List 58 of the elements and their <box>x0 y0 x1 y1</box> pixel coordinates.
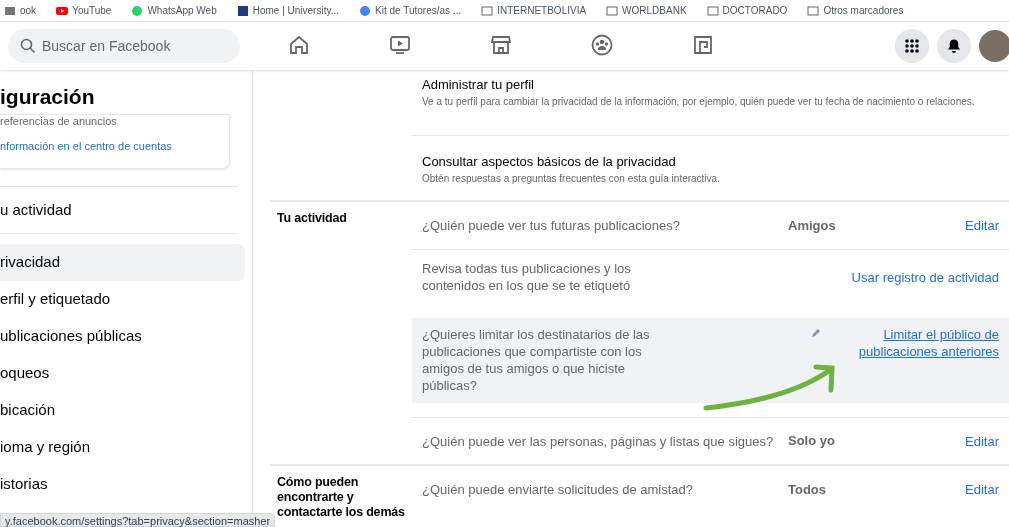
bookmark-icon <box>236 4 249 17</box>
card-text: referencias de anuncios <box>0 115 118 127</box>
bookmark-icon <box>706 4 719 17</box>
row-description: Ve a tu perfil para cambiar la privacidad de la información, por ejemplo, quién puede ver tu fecha de nacimiento o relaciones. <box>422 95 976 109</box>
setting-question: Revisa todas tus publicaciones y los contenidos en los que se te etiquetó <box>422 260 632 294</box>
pencil-icon <box>811 328 821 338</box>
setting-question: ¿Quién puede ver las personas, páginas y listas que sigues? <box>422 432 775 450</box>
menu-button[interactable] <box>895 29 929 63</box>
setting-question: ¿Quién puede ver tus futuras publicaciones? <box>422 217 681 234</box>
sidebar-item[interactable]: rivacidad <box>0 244 245 281</box>
section-heading: Tu actividad <box>276 210 348 227</box>
bookmark[interactable]: INTERNETBOLIVIA <box>481 3 587 18</box>
accounts-center-link[interactable]: nformación en el centro de cuentas <box>0 138 229 155</box>
bookmark[interactable]: DOCTORADO <box>706 3 788 18</box>
groups-icon <box>589 32 614 57</box>
sidebar-item[interactable]: ioma y región <box>0 429 245 466</box>
search-icon <box>20 38 36 54</box>
search-field[interactable]: Buscar en Facebook <box>8 29 240 63</box>
avatar[interactable] <box>979 30 1009 62</box>
edit-link[interactable]: Editar <box>965 481 999 498</box>
setting-question: ¿Quién puede enviarte solicitudes de amistad? <box>422 481 694 498</box>
bookmark[interactable]: Kit de Tutores/as ... <box>359 3 462 18</box>
setting-question: ¿Quieres limitar los destinatarios de las publicaciones que compartiste con los amigos de tus amigos o que hiciste públicas? <box>422 326 651 394</box>
bookmark-icon <box>4 4 16 17</box>
bookmark[interactable]: WORLDBANK <box>606 3 687 18</box>
bookmark-icon <box>606 4 619 17</box>
bookmark-icon <box>56 4 69 17</box>
sidebar-item[interactable]: bicación <box>0 392 245 429</box>
bookmark[interactable]: ook <box>4 3 37 18</box>
bookmark-icon <box>807 4 820 17</box>
bookmark[interactable]: YouTube <box>56 3 112 18</box>
limit-audience-link[interactable]: Limitar el público de publicaciones anteriores <box>849 326 999 360</box>
bookmark-icon <box>481 4 494 17</box>
row-title: Administrar tu perfil <box>422 76 535 93</box>
sidebar-item[interactable]: ublicaciones públicas <box>0 318 245 355</box>
bookmark-icon <box>131 4 144 17</box>
setting-value: Todos <box>788 480 828 499</box>
row-description: Obtén respuestas a preguntas frecuentes con esta guía interactiva. <box>422 172 721 186</box>
setting-value: Amigos <box>788 216 837 235</box>
sidebar-title: iguración <box>0 84 96 110</box>
menu-icon <box>904 38 920 54</box>
bookmark[interactable]: WhatsApp Web <box>131 3 217 18</box>
bell-icon <box>946 38 962 54</box>
status-url: y.facebook.com/settings?tab=privacy&section=masher <box>0 513 276 527</box>
bookmark[interactable]: Otros marcadores <box>807 3 904 18</box>
sidebar-item[interactable]: erfil y etiquetado <box>0 281 245 318</box>
notifications-button[interactable] <box>937 29 971 63</box>
bookmark-icon <box>359 4 372 17</box>
setting-value: Solo yo <box>788 432 836 451</box>
sidebar-item[interactable]: u actividad <box>0 187 245 233</box>
edit-link[interactable]: Usar registro de actividad <box>851 268 999 286</box>
sidebar-item[interactable]: istorias <box>0 466 245 503</box>
section-heading: Cómo pueden encontrarte y contactarte los demás <box>276 474 406 520</box>
bookmark[interactable]: Home | University... <box>236 3 340 18</box>
sidebar-item[interactable]: oqueos <box>0 355 245 392</box>
row-title: Consultar aspectos básicos de la privacidad <box>422 153 677 170</box>
edit-link[interactable]: Editar <box>965 432 999 450</box>
edit-link[interactable]: Editar <box>965 217 999 234</box>
